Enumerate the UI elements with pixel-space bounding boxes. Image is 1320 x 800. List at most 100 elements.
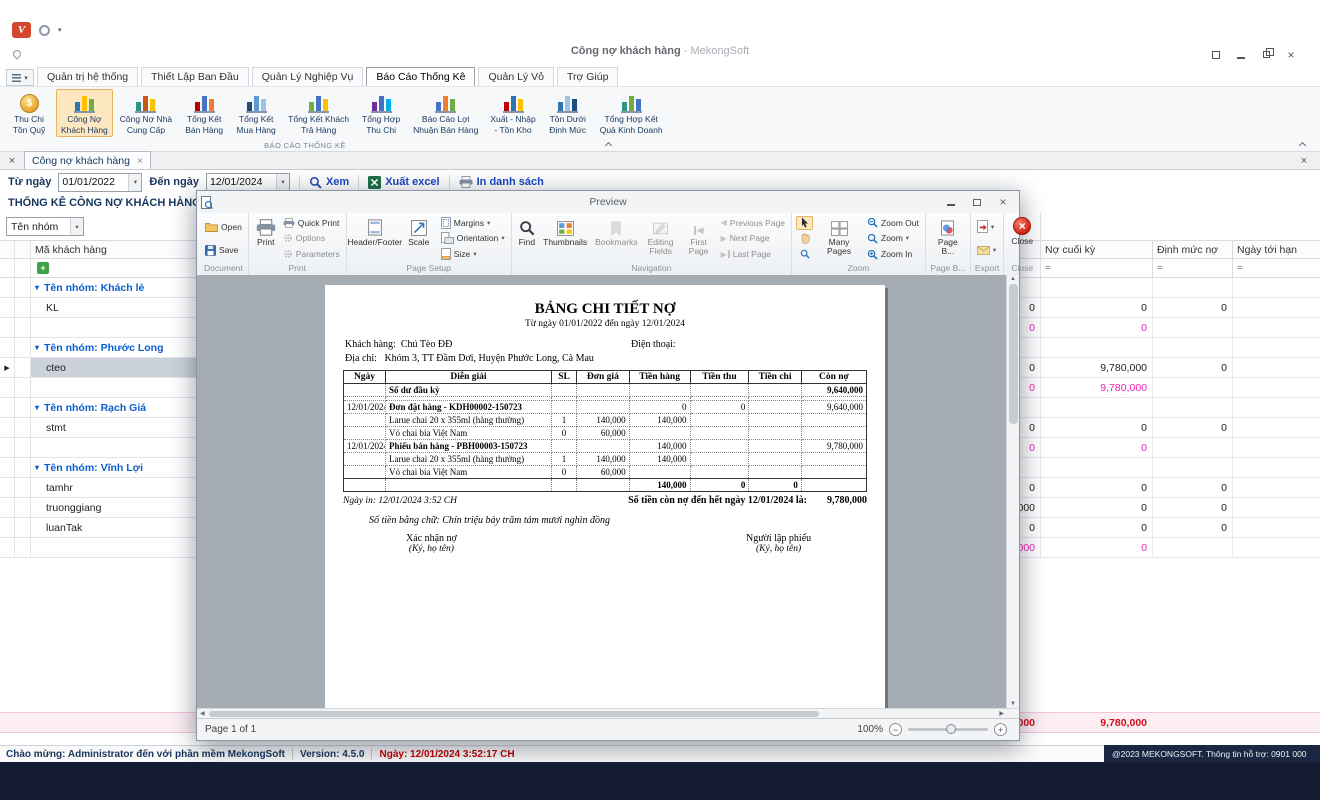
zoom-out-button[interactable] (889, 723, 902, 736)
restore-button[interactable] (1257, 47, 1275, 62)
close-document-button[interactable] (1296, 153, 1312, 169)
many-pages-button[interactable]: Many Pages (815, 215, 863, 262)
open-button[interactable]: Open (203, 219, 244, 234)
grid-row[interactable]: Tên nhóm: Phước Long (0, 338, 208, 358)
ribbon-tab[interactable]: Quản trị hệ thống (37, 67, 138, 86)
grid-row[interactable]: Tên nhóm: Rạch Giá (0, 398, 208, 418)
filter-equals-icon[interactable]: = (1153, 263, 1163, 274)
preview-minimize-button[interactable] (939, 193, 963, 211)
scroll-left-icon[interactable] (200, 710, 205, 717)
send-email-button[interactable] (975, 243, 998, 258)
export-document-button[interactable] (975, 219, 998, 234)
close-button[interactable] (1282, 47, 1300, 62)
close-preview-button[interactable]: Close (1008, 215, 1036, 262)
ribbon-tab[interactable]: Quản Lý Nghiệp Vụ (252, 67, 364, 86)
bookmarks-button[interactable]: Bookmarks (592, 215, 641, 262)
from-date-dropdown-icon[interactable] (128, 174, 141, 191)
grid-row[interactable] (0, 538, 208, 558)
ribbon-tab[interactable]: Thiết Lập Ban Đầu (141, 67, 249, 86)
app-logo[interactable]: V (12, 22, 31, 38)
ribbon-report-button[interactable]: Tồn Dưới Định Mức (543, 89, 593, 137)
pointer-tool-button[interactable] (796, 216, 813, 230)
parameters-button[interactable]: Parameters (281, 247, 342, 262)
preview-vertical-scrollbar[interactable] (1006, 275, 1019, 708)
grid-row[interactable]: luanTak (0, 518, 208, 538)
ribbon-report-button[interactable]: Tổng Kết Mua Hàng (231, 89, 281, 137)
grid-row[interactable] (0, 378, 208, 398)
ribbon-tab[interactable]: Trợ Giúp (557, 67, 619, 86)
to-date-dropdown-icon[interactable] (276, 174, 289, 191)
app-menu-button[interactable] (6, 69, 34, 86)
previous-page-button[interactable]: Previous Page (719, 215, 787, 230)
preview-close-button[interactable] (991, 193, 1015, 211)
preview-maximize-button[interactable] (965, 193, 989, 211)
first-page-button[interactable]: First Page (681, 215, 717, 262)
ribbon-tab[interactable]: Báo Cáo Thống Kê (366, 67, 475, 86)
grid-row[interactable] (0, 438, 208, 458)
filter-equals-icon[interactable]: = (1233, 263, 1243, 274)
preview-titlebar[interactable]: Preview (197, 191, 1019, 213)
grid-row[interactable]: Tên nhóm: Vĩnh Lợi (0, 458, 208, 478)
ribbon-report-button[interactable]: Báo Cáo Lợi Nhuận Bán Hàng (408, 89, 483, 137)
grid-row[interactable]: Tên nhóm: Khách lẻ (0, 278, 208, 298)
grid-row[interactable]: tamhr (0, 478, 208, 498)
find-button[interactable]: Find (516, 215, 539, 262)
scale-button[interactable]: Scale (401, 215, 437, 262)
editing-fields-button[interactable]: Editing Fields (643, 215, 679, 262)
grid-row[interactable] (0, 318, 208, 338)
page-background-button[interactable]: Page B... (930, 215, 966, 262)
close-all-tabs-button[interactable] (4, 153, 20, 169)
fullscreen-button[interactable] (1207, 47, 1225, 62)
scroll-right-icon[interactable] (999, 710, 1004, 717)
scroll-down-icon[interactable] (1010, 701, 1016, 707)
ribbon-collapse-icon[interactable] (1299, 142, 1306, 149)
qat-dropdown-icon[interactable] (58, 26, 62, 34)
quick-print-button[interactable]: Quick Print (281, 215, 342, 230)
grid-row[interactable]: stmt (0, 418, 208, 438)
minimize-button[interactable] (1232, 47, 1250, 62)
zoom-slider-thumb[interactable] (946, 724, 956, 734)
column-header-no-cuoi-ky[interactable]: Nợ cuối kỳ (1040, 241, 1152, 258)
export-excel-button[interactable]: Xuất excel (368, 176, 439, 189)
scroll-up-icon[interactable] (1010, 276, 1016, 282)
preview-horizontal-scrollbar[interactable] (197, 708, 1019, 718)
margins-button[interactable]: Margins (439, 215, 507, 230)
scrollbar-thumb[interactable] (1009, 284, 1018, 424)
ribbon-report-button[interactable]: Tổng Hợp Thu Chi (356, 89, 406, 137)
close-tab-icon[interactable] (137, 155, 143, 167)
ribbon-report-button[interactable]: Tổng Kết Bán Hàng (179, 89, 229, 137)
save-button[interactable]: Save (203, 243, 244, 258)
document-tab[interactable]: Công nợ khách hàng (24, 151, 151, 169)
filter-equals-icon[interactable]: = (1041, 263, 1051, 274)
zoom-button[interactable]: Zoom (865, 231, 921, 246)
record-icon[interactable] (39, 25, 50, 36)
zoom-in-button[interactable]: Zoom In (865, 247, 921, 262)
to-date-input[interactable] (207, 174, 276, 191)
last-page-button[interactable]: Last Page (719, 247, 787, 262)
add-filter-icon[interactable] (37, 262, 49, 274)
ribbon-tab[interactable]: Quản Lý Vỏ (478, 67, 553, 86)
grid-row[interactable]: cteo (0, 358, 208, 378)
from-date-input[interactable] (59, 174, 128, 191)
size-button[interactable]: Size (439, 247, 507, 262)
ribbon-report-button[interactable]: Tổng Kết Khách Trả Hàng (283, 89, 354, 137)
zoom-slider[interactable] (908, 728, 988, 731)
ribbon-report-button[interactable]: Thu Chi Tồn Quỹ (4, 89, 54, 137)
ribbon-report-button[interactable]: Công Nợ Khách Hàng (56, 89, 113, 137)
magnifier-tool-button[interactable] (796, 247, 813, 261)
grid-row[interactable]: truonggiang (0, 498, 208, 518)
orientation-button[interactable]: Orientation (439, 231, 507, 246)
column-header-ngay-toi-han[interactable]: Ngày tới hạn (1232, 241, 1320, 258)
header-footer-button[interactable]: Header/Footer (351, 215, 399, 262)
hand-tool-button[interactable] (796, 231, 813, 245)
column-header-customer-code[interactable]: Mã khách hàng (31, 241, 208, 258)
column-header-dinh-muc-no[interactable]: Định mức nợ (1152, 241, 1232, 258)
view-button[interactable]: Xem (309, 176, 349, 189)
print-button[interactable]: Print (253, 215, 279, 262)
zoom-in-button[interactable] (994, 723, 1007, 736)
thumbnails-button[interactable]: Thumbnails (540, 215, 590, 262)
grid-row[interactable]: KL (0, 298, 208, 318)
next-page-button[interactable]: Next Page (719, 231, 787, 246)
ribbon-report-button[interactable]: Tổng Hợp Kết Quả Kinh Doanh (595, 89, 668, 137)
ribbon-report-button[interactable]: Công Nợ Nhà Cung Cấp (115, 89, 177, 137)
